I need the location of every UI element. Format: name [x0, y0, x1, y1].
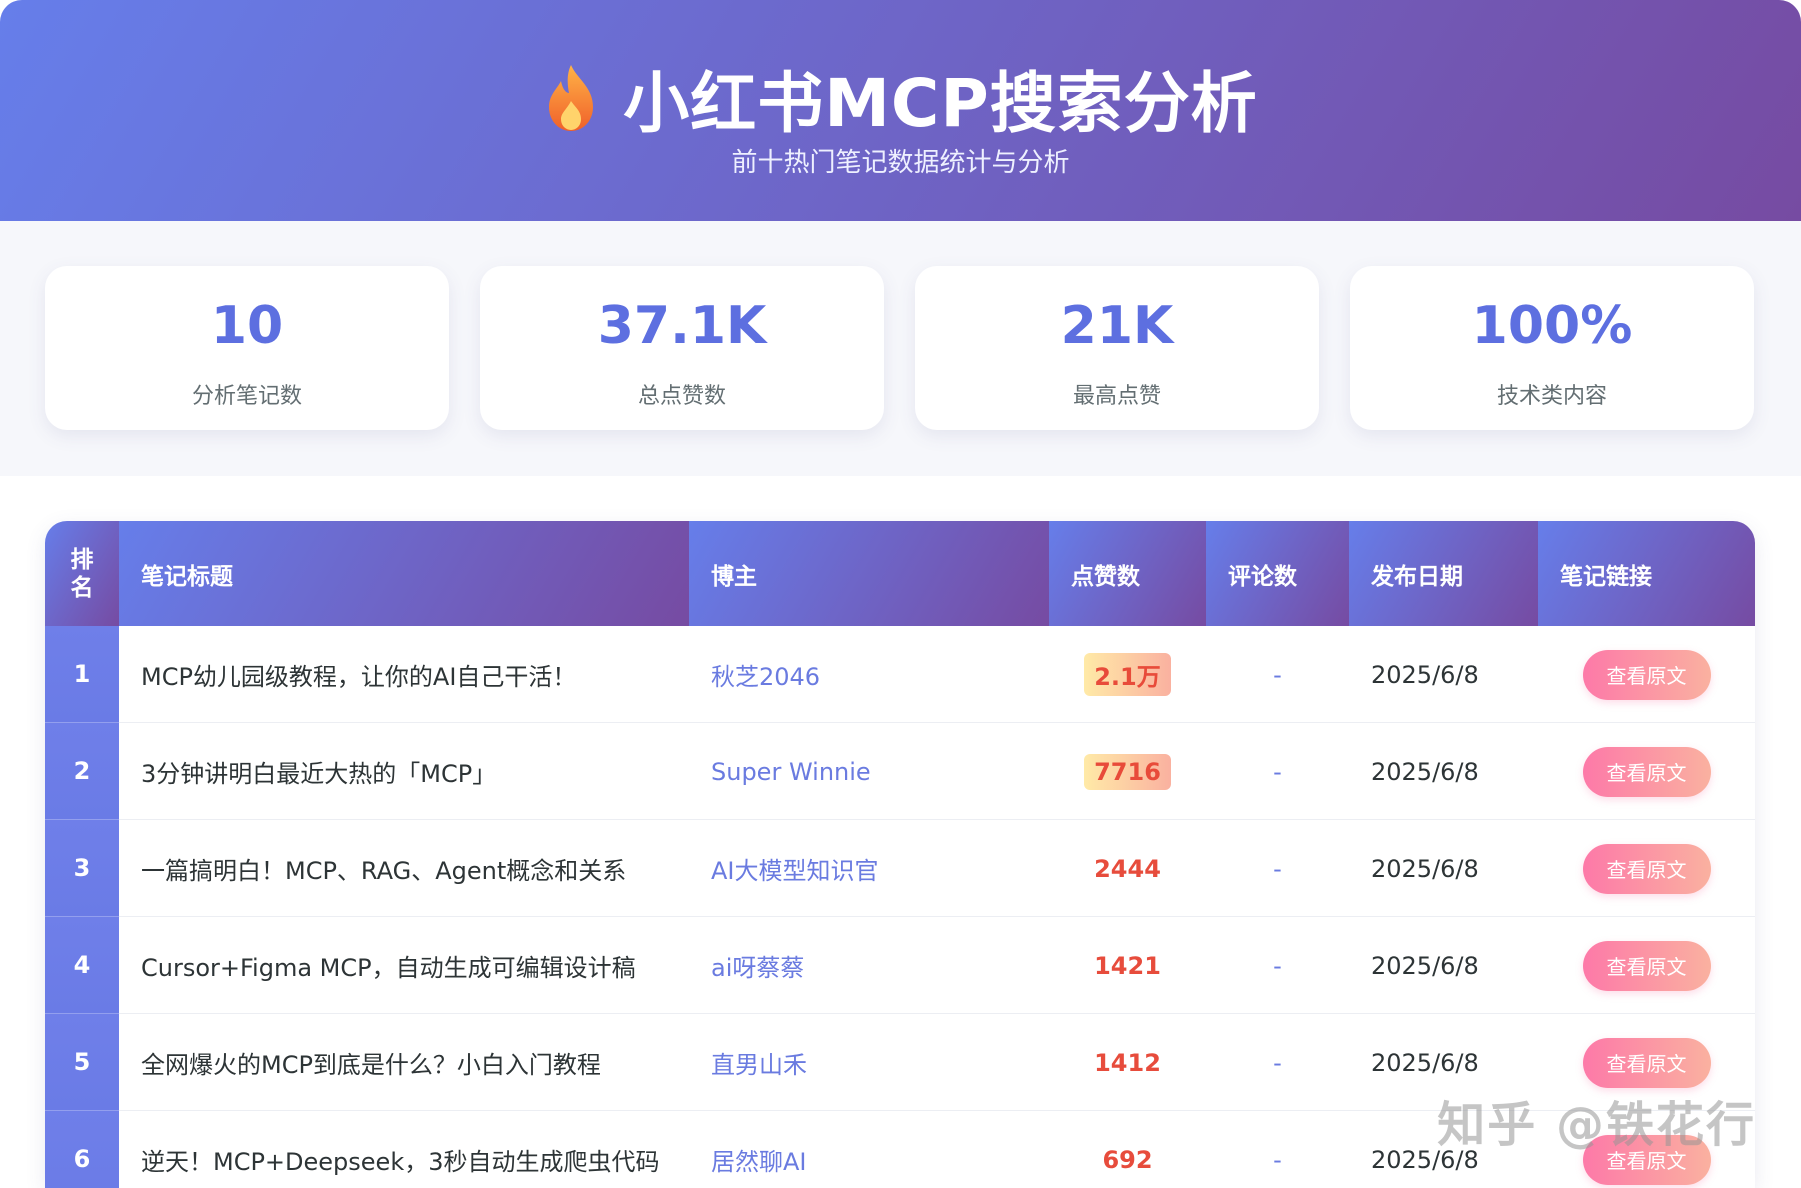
stat-label: 最高点赞 [1072, 384, 1161, 409]
date-cell: 2025/6/8 [1371, 660, 1479, 689]
rank-cell: 2 [45, 723, 119, 820]
view-original-button[interactable]: 查看原文 [1582, 746, 1711, 797]
date-cell: 2025/6/8 [1371, 951, 1479, 980]
link-cell: 查看原文 [1538, 626, 1755, 723]
page-header: 小红书MCP搜索分析 前十热门笔记数据统计与分析 [0, 0, 1801, 221]
stat-value: 10 [210, 296, 284, 356]
author-link[interactable]: Super Winnie [689, 723, 1049, 820]
link-cell: 查看原文 [1538, 917, 1755, 1014]
comments-cell: - [1273, 854, 1282, 883]
stats-section: 10 分析笔记数 37.1K 总点赞数 21K 最高点赞 100% 技术类内容 [0, 221, 1801, 476]
view-original-button[interactable]: 查看原文 [1582, 843, 1711, 894]
watermark: 知乎 @铁花行 [1437, 1097, 1756, 1153]
stat-label: 分析笔记数 [191, 384, 302, 409]
rank-cell: 5 [45, 1014, 119, 1111]
table-row: 1 MCP幼儿园级教程，让你的AI自己干活！ 秋芝2046 2.1万 - 202… [45, 626, 1755, 723]
date-cell: 2025/6/8 [1371, 854, 1479, 883]
author-link[interactable]: ai呀蔡蔡 [689, 917, 1049, 1014]
stat-card-max-likes: 21K 最高点赞 [915, 266, 1319, 430]
likes-cell: 7716 [1049, 723, 1206, 820]
stat-card-tech-ratio: 100% 技术类内容 [1350, 266, 1754, 430]
header-rank[interactable]: 排名 [45, 521, 119, 626]
table-row: 4 Cursor+Figma MCP，自动生成可编辑设计稿 ai呀蔡蔡 1421… [45, 917, 1755, 1014]
author-link[interactable]: 秋芝2046 [689, 626, 1049, 723]
comments-cell: - [1273, 951, 1282, 980]
view-original-button[interactable]: 查看原文 [1582, 940, 1711, 991]
header-title[interactable]: 笔记标题 [119, 521, 689, 626]
likes-badge: 7716 [1084, 753, 1171, 790]
note-title: 3分钟讲明白最近大热的「MCP」 [141, 760, 497, 788]
stat-value: 100% [1471, 296, 1633, 356]
stat-card-notes: 10 分析笔记数 [45, 266, 449, 430]
author-link[interactable]: 居然聊AI [689, 1111, 1049, 1188]
rank-cell: 3 [45, 820, 119, 917]
link-cell: 查看原文 [1538, 723, 1755, 820]
fire-icon [549, 65, 594, 131]
comments-cell: - [1273, 757, 1282, 786]
page-title: 小红书MCP搜索分析 [623, 65, 1258, 142]
page-subtitle: 前十热门笔记数据统计与分析 [731, 148, 1070, 178]
header-likes[interactable]: 点赞数 [1049, 521, 1206, 626]
likes-cell: 2.1万 [1049, 626, 1206, 723]
author-link[interactable]: AI大模型知识官 [689, 820, 1049, 917]
likes-cell: 1412 [1094, 1048, 1161, 1077]
stat-label: 技术类内容 [1496, 384, 1607, 409]
comments-cell: - [1273, 1145, 1282, 1174]
header-author[interactable]: 博主 [689, 521, 1049, 626]
stat-card-total-likes: 37.1K 总点赞数 [480, 266, 884, 430]
likes-cell: 2444 [1094, 854, 1161, 883]
header-comments[interactable]: 评论数 [1206, 521, 1349, 626]
comments-cell: - [1273, 660, 1282, 689]
likes-badge: 2.1万 [1084, 653, 1171, 696]
note-title: 逆天！MCP+Deepseek，3秒自动生成爬虫代码 [141, 1148, 660, 1176]
table-header: 排名 笔记标题 博主 点赞数 评论数 发布日期 笔记链接 [45, 521, 1755, 626]
view-original-button[interactable]: 查看原文 [1582, 649, 1711, 700]
stat-label: 总点赞数 [637, 384, 726, 409]
header-rank-text: 排名 [70, 546, 94, 601]
comments-cell: - [1273, 1048, 1282, 1077]
likes-cell: 692 [1102, 1145, 1153, 1174]
stat-value: 37.1K [597, 296, 767, 356]
note-title: 全网爆火的MCP到底是什么？小白入门教程 [141, 1051, 601, 1079]
link-cell: 查看原文 [1538, 820, 1755, 917]
author-link[interactable]: 直男山禾 [689, 1014, 1049, 1111]
table-row: 2 3分钟讲明白最近大热的「MCP」 Super Winnie 7716 - 2… [45, 723, 1755, 820]
note-title: Cursor+Figma MCP，自动生成可编辑设计稿 [141, 954, 636, 982]
date-cell: 2025/6/8 [1371, 757, 1479, 786]
rank-cell: 4 [45, 917, 119, 1014]
view-original-button[interactable]: 查看原文 [1582, 1037, 1711, 1088]
header-date[interactable]: 发布日期 [1349, 521, 1538, 626]
note-title: 一篇搞明白！MCP、RAG、Agent概念和关系 [141, 857, 627, 885]
rank-cell: 1 [45, 626, 119, 723]
header-link[interactable]: 笔记链接 [1538, 521, 1755, 626]
table-row: 3 一篇搞明白！MCP、RAG、Agent概念和关系 AI大模型知识官 2444… [45, 820, 1755, 917]
note-title: MCP幼儿园级教程，让你的AI自己干活！ [141, 663, 577, 691]
likes-cell: 1421 [1094, 951, 1161, 980]
title-row: 小红书MCP搜索分析 [0, 50, 1801, 146]
stat-value: 21K [1060, 296, 1174, 356]
rank-cell: 6 [45, 1111, 119, 1188]
